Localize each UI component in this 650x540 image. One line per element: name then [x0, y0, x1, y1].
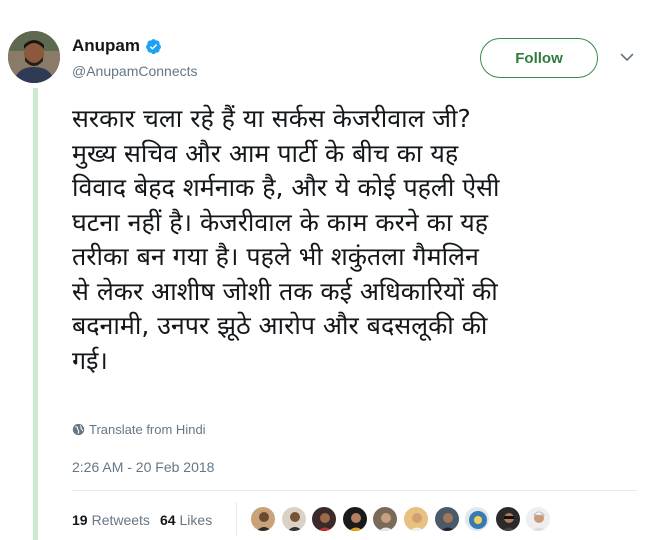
likes-stat[interactable]: 64 Likes	[160, 512, 212, 528]
author-name-row: Anupam	[72, 36, 162, 56]
chevron-down-icon[interactable]	[619, 49, 635, 65]
follow-button[interactable]: Follow	[480, 38, 598, 78]
liker-avatar[interactable]	[402, 506, 429, 532]
retweets-stat[interactable]: 19 Retweets	[72, 512, 150, 528]
author-handle[interactable]: @AnupamConnects	[72, 63, 198, 79]
liker-avatar[interactable]	[341, 506, 368, 532]
likers-avatars	[250, 506, 556, 532]
retweets-label: Retweets	[91, 512, 150, 528]
author-avatar[interactable]	[8, 31, 60, 83]
liker-avatar[interactable]	[280, 506, 307, 532]
translate-label[interactable]: Translate from Hindi	[89, 422, 206, 437]
liker-avatar[interactable]	[372, 506, 399, 532]
liker-avatar[interactable]	[433, 506, 460, 532]
likes-count: 64	[159, 512, 176, 528]
verified-badge-icon	[146, 38, 161, 54]
thread-line	[33, 88, 38, 540]
retweets-count: 19	[72, 512, 88, 528]
liker-avatar[interactable]	[311, 506, 338, 532]
liker-avatar[interactable]	[250, 506, 276, 532]
liker-avatar[interactable]	[525, 506, 552, 532]
author-name[interactable]: Anupam	[72, 36, 140, 56]
stats-divider	[72, 490, 637, 491]
liker-avatar[interactable]	[494, 506, 521, 532]
translate-link[interactable]: Translate from Hindi	[72, 422, 206, 437]
tweet-stats: 19 Retweets 64 Likes	[72, 512, 222, 528]
stats-separator	[236, 502, 237, 536]
globe-icon	[72, 423, 85, 436]
likes-label: Likes	[179, 512, 213, 528]
tweet-text: सरकार चला रहे हैं या सर्कस केजरीवाल जी? …	[72, 104, 500, 375]
liker-avatar[interactable]	[464, 506, 491, 532]
tweet-timestamp[interactable]: 2:26 AM - 20 Feb 2018	[72, 459, 214, 475]
